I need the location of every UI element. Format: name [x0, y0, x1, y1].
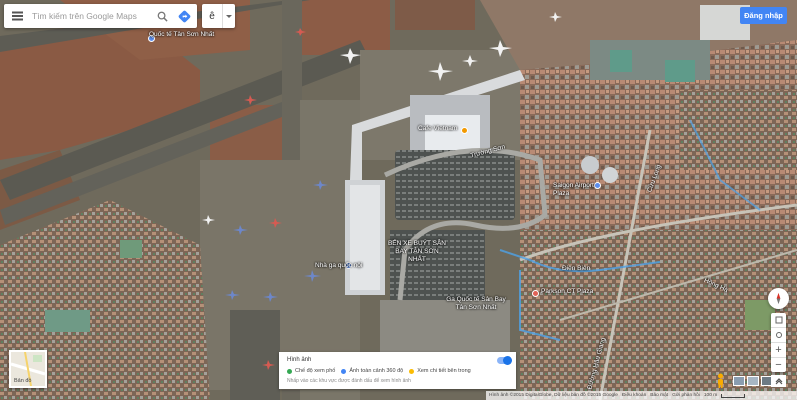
street-view-dot-icon [287, 368, 292, 374]
layer-label: Chế độ xem phố [295, 368, 336, 374]
directions-icon[interactable] [172, 4, 196, 28]
satellite-map[interactable]: Quốc tế Tân Sơn Nhất Cafe Vietnam Trường… [0, 0, 797, 400]
pegman-icon[interactable] [715, 373, 726, 389]
rotate-icon [775, 332, 782, 338]
search-icon[interactable] [152, 4, 172, 28]
zoom-controls: + − [771, 313, 786, 372]
airport-gate-label[interactable]: Ga Quốc tế Sân Bay Tân Sơn Nhất [446, 296, 506, 312]
attribution-text: Hình ảnh ©2015 DigitalGlobe, Dữ liệu bản… [489, 393, 618, 398]
language-selector[interactable]: ê [202, 4, 235, 28]
parkson-marker[interactable] [532, 290, 539, 297]
zoom-out-button[interactable]: − [771, 358, 786, 372]
feedback-link[interactable]: Gửi phản hồi [672, 393, 700, 398]
map-imagery [0, 0, 797, 400]
airport-label[interactable]: Quốc tế Tân Sơn Nhất [149, 31, 214, 38]
domestic-terminal-label[interactable]: Nhà ga quốc nội [315, 262, 362, 269]
zoom-in-button[interactable]: + [771, 343, 786, 357]
map-footer: Hình ảnh ©2015 DigitalGlobe, Dữ liệu bản… [486, 391, 797, 400]
layer-label: Xem chi tiết bên trong [417, 368, 471, 374]
imagery-thumbnails [733, 376, 773, 386]
scale-bar [721, 393, 746, 398]
search-input[interactable] [30, 11, 152, 21]
plaza-label[interactable]: Saigon Airport Plaza [553, 182, 598, 198]
layers-title: Hình ảnh [287, 357, 312, 363]
compass-icon [776, 292, 781, 305]
layer-360-photos[interactable]: Ảnh toàn cảnh 360 độ [341, 368, 403, 374]
cafe-label[interactable]: Cafe Vietnam [418, 125, 457, 132]
privacy-link[interactable]: Bảo mật [650, 393, 668, 398]
imagery-toggle[interactable] [497, 356, 512, 365]
imagery-thumb[interactable] [747, 376, 759, 386]
cafe-marker[interactable] [461, 127, 468, 134]
layer-indoor[interactable]: Xem chi tiết bên trong [409, 368, 471, 374]
map-type-thumbnail[interactable]: Bản đồ [9, 350, 47, 388]
imagery-thumb[interactable] [733, 376, 745, 386]
photo-360-dot-icon [341, 368, 347, 374]
tilt-button[interactable] [771, 313, 786, 327]
tilt-icon [775, 316, 782, 324]
layer-street-view[interactable]: Chế độ xem phố [287, 368, 335, 374]
language-value: ê [209, 10, 215, 22]
layers-note: Nhấp vào các khu vực được đánh dấu để xe… [287, 378, 411, 384]
map-type-label: Bản đồ [14, 378, 32, 384]
bus-station-label[interactable]: BẾN XE BUÝT SÂN BAY TÂN SƠN NHẤT [386, 240, 448, 264]
layer-label: Ảnh toàn cảnh 360 độ [349, 368, 404, 374]
imagery-layers-panel: Hình ảnh Chế độ xem phố Ảnh toàn cảnh 36… [279, 352, 516, 389]
indoor-dot-icon [409, 368, 415, 374]
sign-in-button[interactable]: Đăng nhập [740, 7, 787, 24]
compass-button[interactable] [768, 288, 789, 309]
parkson-label[interactable]: Parkson CT Plaza [541, 288, 593, 295]
terms-link[interactable]: Điều khoản [622, 393, 646, 398]
scale-text: 100 m [703, 393, 718, 398]
rotate-button[interactable] [771, 328, 786, 342]
menu-icon[interactable] [4, 4, 30, 28]
expand-icon[interactable] [771, 375, 786, 387]
layer-options: Chế độ xem phố Ảnh toàn cảnh 360 độ Xem … [287, 368, 471, 374]
chevron-down-icon[interactable] [222, 4, 235, 28]
search-box [4, 4, 197, 28]
dien-bien-label: Điện Biên [562, 265, 591, 272]
